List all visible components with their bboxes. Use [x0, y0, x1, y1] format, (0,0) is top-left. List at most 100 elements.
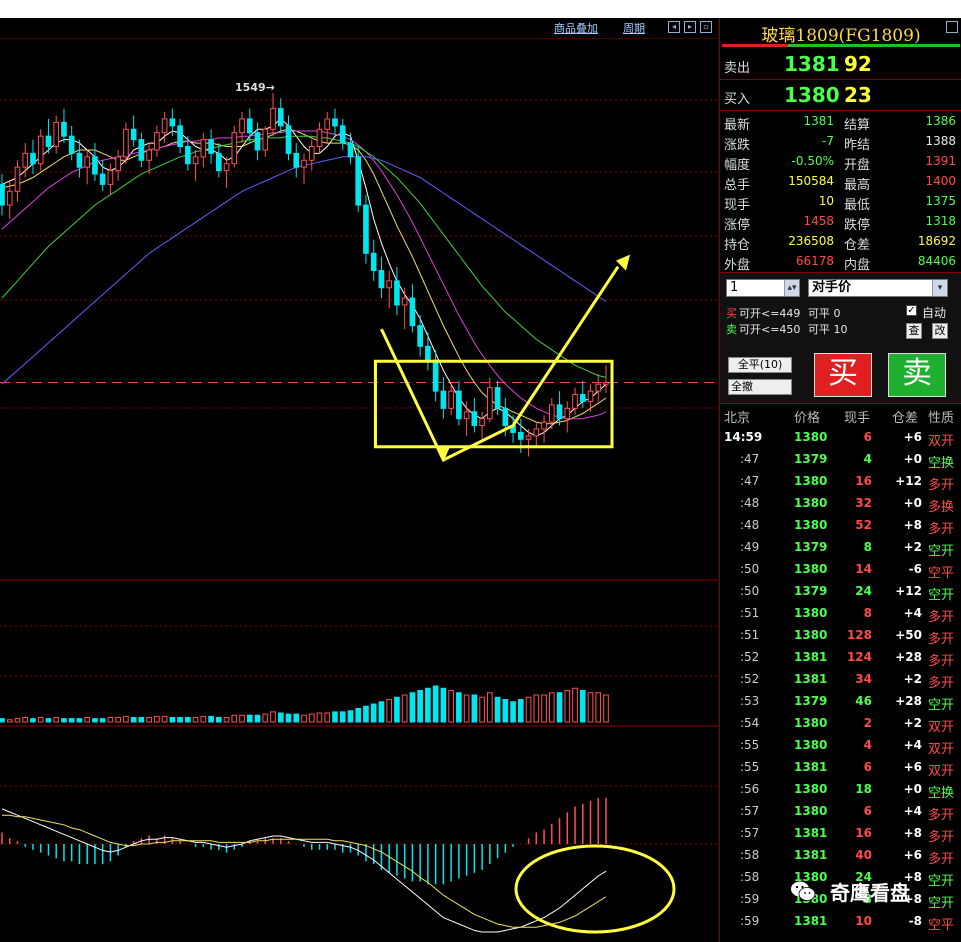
buy-button[interactable]: 买 — [814, 353, 872, 397]
chevron-down-icon[interactable]: ▾ — [932, 280, 947, 296]
tick-oi-change: +4 — [903, 804, 922, 818]
tick-oi-change: +2 — [903, 716, 922, 730]
volume-bar — [161, 715, 168, 723]
kline-chart[interactable]: 1549→ — [0, 0, 718, 942]
tick-time: :50 — [740, 584, 760, 598]
candle-body — [138, 139, 145, 161]
volume-bar — [37, 717, 44, 723]
macd-dif-line — [1, 808, 607, 933]
tick-time: :54 — [740, 716, 760, 730]
contract-title: 玻璃1809(FG1809) — [761, 26, 921, 46]
volume-bar — [154, 715, 160, 723]
candle-body — [246, 118, 253, 134]
close-icon[interactable] — [946, 21, 958, 33]
candle-body — [61, 121, 67, 137]
volume-bar — [316, 712, 323, 723]
bid-price: 1380 — [784, 83, 840, 107]
candle-body — [99, 173, 106, 185]
tick-nature: 多换 — [928, 500, 955, 515]
period-link[interactable]: 周期 — [623, 20, 645, 36]
volume-bar — [231, 714, 238, 723]
quote-label: 幅度 — [724, 158, 751, 173]
quantity-stepper[interactable]: 1 ▴▾ — [726, 279, 800, 297]
quote-row: 总手 150584 最高 1400 — [720, 172, 961, 193]
tick-row: :50 1380 14 -6 空平 — [720, 558, 961, 581]
volume-bar — [84, 717, 91, 723]
quote-value: 1388 — [925, 134, 956, 148]
tick-oi-change: +12 — [895, 584, 922, 598]
sell-button[interactable]: 卖 — [888, 353, 946, 397]
next-icon[interactable]: ▸ — [684, 21, 696, 33]
tick-oi-change: +8 — [903, 518, 922, 532]
chart-area[interactable]: 1549→ — [0, 0, 718, 942]
tick-oi-change: +0 — [903, 782, 922, 796]
candle-body — [603, 381, 609, 385]
volume-bar — [572, 687, 578, 723]
volume-bar — [208, 715, 214, 723]
volume-bar — [370, 703, 377, 723]
tick-time: 14:59 — [724, 430, 763, 444]
modify-button[interactable]: 改 — [932, 323, 948, 339]
price-type-select[interactable]: 对手价 ▾ — [808, 279, 948, 297]
restore-icon[interactable]: ▫ — [700, 21, 712, 33]
quote-label: 结算 — [844, 118, 871, 133]
candle-body — [339, 125, 346, 144]
tick-row: :48 1380 52 +8 多开 — [720, 514, 961, 537]
quote-label: 持仓 — [724, 238, 751, 253]
close-all-button[interactable]: 全平(10) — [728, 357, 792, 373]
quote-row: 涨跌 -7 昨结 1388 — [720, 132, 961, 153]
candle-body — [22, 152, 29, 168]
buy-open-limit: 可开<=449 — [739, 307, 801, 320]
tick-time: :47 — [740, 452, 760, 466]
quote-label: 外盘 — [724, 258, 751, 273]
volume-bar — [394, 696, 400, 723]
quote-label: 总手 — [724, 178, 751, 193]
tick-oi-change: +0 — [903, 496, 922, 510]
volume-bar — [6, 719, 13, 723]
tick-nature: 多开 — [928, 632, 955, 647]
quote-row: 涨停 1458 跌停 1318 — [720, 212, 961, 233]
candle-body — [146, 149, 152, 161]
tick-price: 1381 — [794, 826, 828, 840]
volume-bar — [68, 718, 75, 723]
tick-oi-change: +4 — [903, 606, 922, 620]
cancel-all-button[interactable]: 全撤 — [728, 379, 792, 395]
candle-body — [347, 142, 354, 158]
overlay-commodity-link[interactable]: 商品叠加 — [554, 20, 598, 36]
candle-body — [363, 204, 369, 254]
volume-bar — [14, 718, 21, 723]
stepper-arrows-icon[interactable]: ▴▾ — [784, 280, 799, 296]
tick-price: 1380 — [794, 606, 828, 620]
volume-bar — [115, 717, 121, 723]
tick-row: 14:59 1380 6 +6 双开 — [720, 426, 961, 449]
tick-volume: 6 — [863, 430, 872, 444]
candle-body — [595, 383, 602, 392]
ask-row: 卖出 1381 92 — [720, 49, 961, 80]
col-price-header: 价格 — [794, 411, 821, 426]
candle-body — [479, 418, 485, 427]
quote-row: 持仓 236508 仓差 18692 — [720, 232, 961, 253]
volume-bar — [200, 715, 207, 723]
candle-body — [293, 152, 300, 168]
tick-time: :58 — [740, 870, 760, 884]
prev-icon[interactable]: ◂ — [668, 21, 680, 33]
col-nature-header: 性质 — [928, 411, 955, 426]
bid-row: 买入 1380 23 — [720, 80, 961, 111]
tick-row: :53 1379 46 +28 空开 — [720, 690, 961, 713]
volume-bar — [107, 717, 114, 723]
candle-body — [68, 135, 75, 154]
quote-value: 236508 — [788, 234, 834, 248]
tick-row: :50 1379 24 +12 空开 — [720, 580, 961, 603]
volume-bar — [564, 690, 571, 723]
volume-bar — [130, 717, 137, 723]
auto-checkbox[interactable]: ✓ — [906, 305, 917, 316]
candle-body — [564, 407, 571, 420]
candle-body — [355, 156, 362, 206]
candle-body — [0, 183, 5, 206]
candle-body — [6, 190, 13, 206]
tick-price: 1381 — [794, 760, 828, 774]
buy-close-available: 可平 0 — [808, 307, 841, 320]
candle-body — [277, 108, 284, 127]
tick-row: :47 1379 4 +0 空换 — [720, 448, 961, 471]
query-button[interactable]: 查 — [906, 323, 922, 339]
